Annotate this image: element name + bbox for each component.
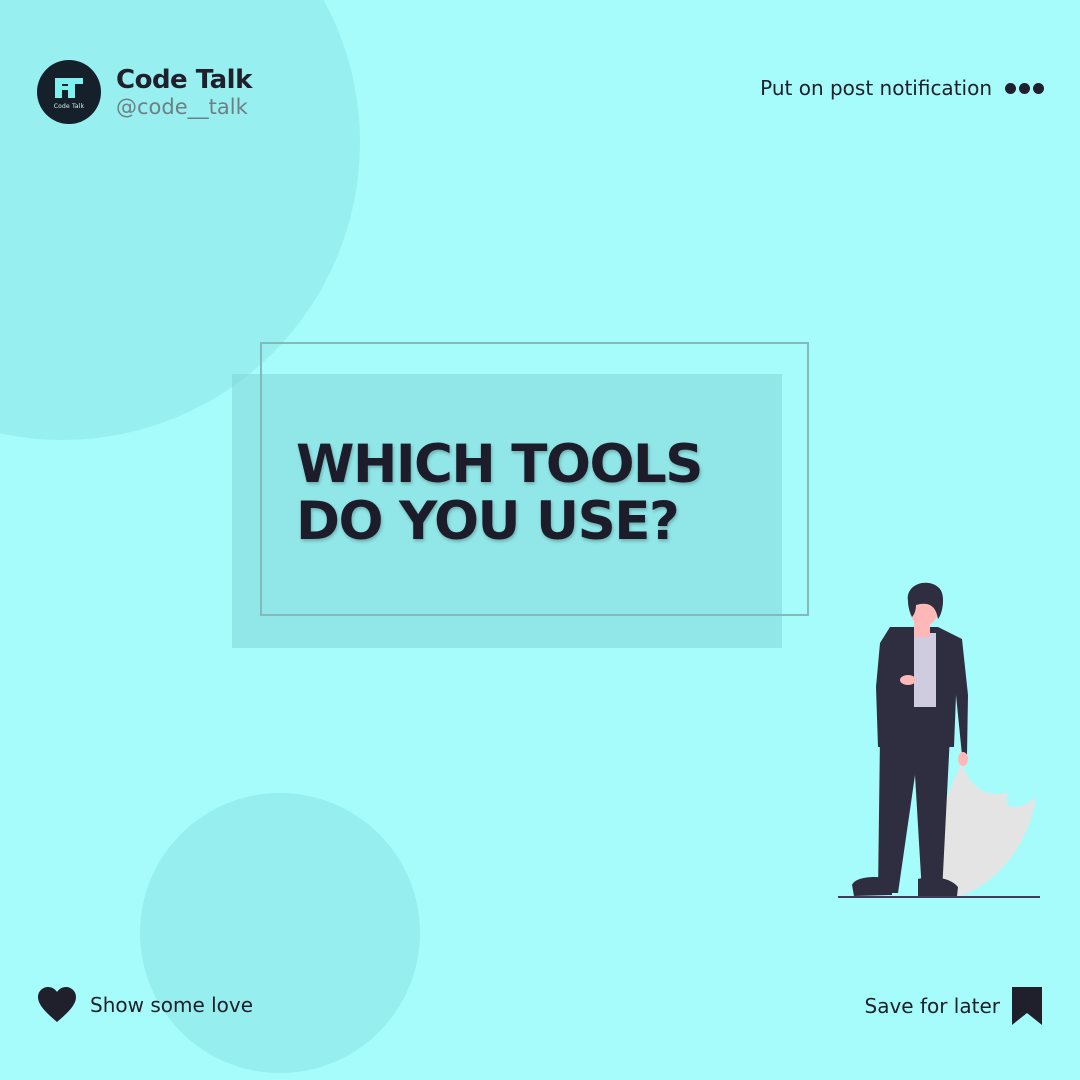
post-canvas: Code Talk Code Talk @code__talk Put on p… [0, 0, 1080, 1080]
profile-header[interactable]: Code Talk Code Talk @code__talk [37, 60, 252, 124]
save-label: Save for later [864, 994, 1001, 1018]
post-notification-button[interactable]: Put on post notification [760, 76, 1044, 100]
person-illustration [838, 582, 1040, 898]
logo-label: Code Talk [53, 103, 85, 110]
leaf-icon [935, 763, 1036, 897]
headline-line-2: DO YOU USE? [296, 491, 680, 552]
decorative-circle-bottom [140, 793, 420, 1073]
profile-handle[interactable]: @code__talk [116, 95, 252, 119]
headline: WHICH TOOLS DO YOU USE? [296, 434, 703, 552]
show-love-label: Show some love [90, 993, 254, 1017]
avatar[interactable]: Code Talk [37, 60, 101, 124]
heart-icon[interactable] [38, 987, 76, 1023]
bookmark-icon[interactable] [1012, 987, 1042, 1025]
show-love-button[interactable]: Show some love [38, 987, 253, 1023]
profile-name[interactable]: Code Talk [116, 65, 252, 95]
save-for-later-button[interactable]: Save for later [864, 987, 1042, 1025]
three-dots-icon[interactable] [1002, 82, 1044, 94]
headline-line-1: WHICH TOOLS [296, 434, 703, 495]
notification-label: Put on post notification [760, 76, 992, 100]
code-talk-logo-icon [55, 78, 83, 98]
